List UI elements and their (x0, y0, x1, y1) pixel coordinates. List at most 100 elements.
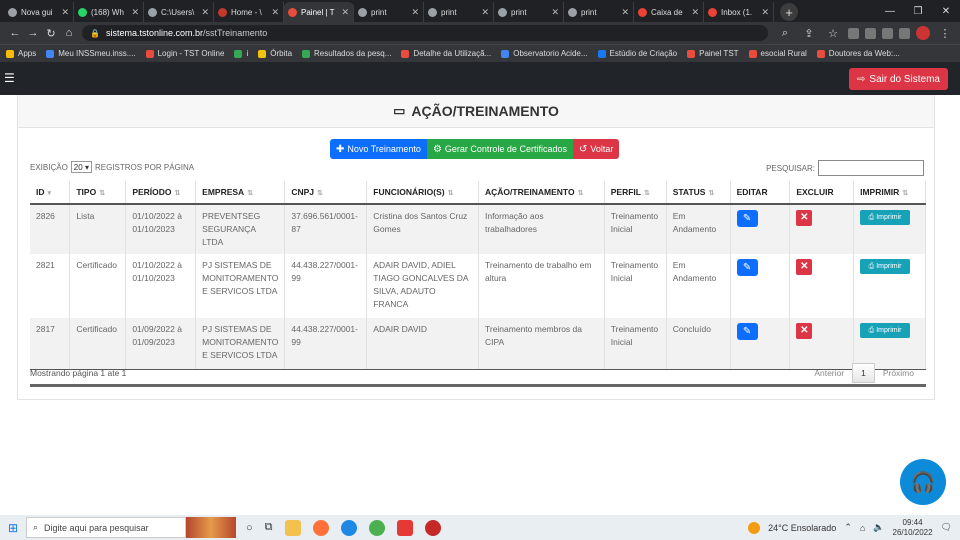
browser-tab[interactable]: Caixa de ✕ (634, 2, 704, 22)
generate-certificates-button[interactable]: ⚙ Gerar Controle de Certificados (426, 139, 573, 159)
bookmark-item[interactable]: Órbita (258, 49, 292, 58)
bookmark-item[interactable]: Doutores da Web:... (816, 49, 900, 58)
tab-close-icon[interactable]: ✕ (551, 7, 559, 18)
url-field[interactable]: 🔒 sistema.tstonline.com.br/sstTreinament… (82, 25, 768, 41)
column-header[interactable]: AÇÃO/TREINAMENTO ⇅ (478, 181, 605, 205)
browser-tab[interactable]: print ✕ (354, 2, 424, 22)
column-header[interactable]: IMPRIMIR ⇅ (853, 181, 926, 205)
hamburger-menu-icon[interactable]: ☰ (4, 71, 15, 85)
print-button[interactable]: ⎙ Imprimir (860, 210, 911, 225)
back-button[interactable]: ↺ Voltar (572, 139, 620, 159)
file-explorer-icon[interactable] (284, 519, 301, 536)
cortana-icon[interactable]: ○ (246, 522, 253, 534)
browser-tab[interactable]: Home - \ ✕ (214, 2, 284, 22)
tab-close-icon[interactable]: ✕ (341, 7, 349, 18)
extension-icon[interactable] (848, 27, 859, 39)
taskbar-clock[interactable]: 09:44 26/10/2022 (893, 518, 933, 538)
windows-start-icon[interactable]: ⊞ (0, 521, 26, 535)
tab-close-icon[interactable]: ✕ (411, 7, 419, 18)
column-header[interactable]: EDITAR (730, 181, 791, 205)
browser-tab[interactable]: Inbox (1. ✕ (704, 2, 774, 22)
bookmark-item[interactable]: Apps (6, 49, 36, 58)
share-icon[interactable]: ⇪ (800, 27, 818, 40)
new-tab-button[interactable]: + (780, 3, 798, 21)
edit-icon[interactable]: ✎ (736, 323, 758, 340)
browser-tab[interactable]: print ✕ (424, 2, 494, 22)
tab-close-icon[interactable]: ✕ (131, 7, 139, 18)
close-window-icon[interactable]: ✕ (932, 6, 960, 17)
bookmark-item[interactable]: esocial Rural (748, 49, 807, 58)
browser-tab[interactable]: print ✕ (494, 2, 564, 22)
weather-text[interactable]: 24°C Ensolarado (768, 523, 836, 533)
chrome-icon[interactable] (368, 519, 385, 536)
volume-icon[interactable]: 🔈 (873, 522, 884, 533)
home-icon[interactable]: ⌂ (60, 27, 78, 39)
column-header[interactable]: PERÍODO ⇅ (125, 181, 197, 205)
network-icon[interactable]: ⌂ (860, 523, 865, 533)
column-header[interactable]: STATUS ⇅ (666, 181, 731, 205)
browser-tab[interactable]: Nova gui ✕ (4, 2, 74, 22)
search-highlight-image[interactable] (186, 517, 236, 538)
forward-icon[interactable]: → (24, 27, 42, 39)
maximize-icon[interactable]: ❐ (904, 6, 932, 17)
tab-close-icon[interactable]: ✕ (61, 7, 69, 18)
notifications-icon[interactable]: 🗨 (941, 522, 952, 533)
extension-puzzle-icon[interactable] (882, 27, 893, 39)
profile-avatar[interactable] (916, 26, 930, 40)
browser-tab[interactable]: print ✕ (564, 2, 634, 22)
tray-chevron-up-icon[interactable]: ⌃ (844, 522, 852, 533)
app-icon[interactable] (340, 519, 357, 536)
extension-icon[interactable] (899, 27, 910, 39)
column-header[interactable]: ID ▾ (30, 181, 71, 205)
pagination-next[interactable]: Próximo (875, 363, 922, 383)
column-header[interactable]: TIPO ⇅ (69, 181, 127, 205)
browser-tab[interactable]: C:\Users\ ✕ (144, 2, 214, 22)
edit-icon[interactable]: ✎ (736, 259, 758, 276)
column-header[interactable]: CNPJ ⇅ (284, 181, 368, 205)
reload-icon[interactable]: ↻ (42, 27, 60, 40)
page-length-select[interactable]: 20 ▾ (70, 161, 92, 173)
acrobat-icon[interactable] (396, 519, 413, 536)
column-header[interactable]: EXCLUIR (789, 181, 855, 205)
logout-button[interactable]: ⇨ Sair do Sistema (849, 68, 948, 90)
tab-close-icon[interactable]: ✕ (481, 7, 489, 18)
browser-tab[interactable]: (168) Wh ✕ (74, 2, 144, 22)
tab-close-icon[interactable]: ✕ (691, 7, 699, 18)
column-header[interactable]: FUNCIONÁRIO(S) ⇅ (366, 181, 479, 205)
app-icon[interactable] (424, 519, 441, 536)
taskbar-search[interactable]: ⌕ Digite aqui para pesquisar (26, 517, 186, 538)
support-chat-button[interactable]: 🎧 (900, 459, 946, 505)
pagination-current-page[interactable]: 1 (852, 363, 875, 383)
tab-close-icon[interactable]: ✕ (271, 7, 279, 18)
bookmark-star-icon[interactable]: ☆ (824, 27, 842, 40)
bookmark-item[interactable]: i (234, 49, 248, 58)
search-input[interactable] (818, 160, 924, 176)
browser-tab[interactable]: Painel | T ✕ (284, 2, 354, 22)
print-button[interactable]: ⎙ Imprimir (860, 323, 911, 338)
firefox-icon[interactable] (312, 519, 329, 536)
tab-close-icon[interactable]: ✕ (201, 7, 209, 18)
edit-icon[interactable]: ✎ (736, 210, 758, 227)
column-header[interactable]: PERFIL ⇅ (604, 181, 667, 205)
bookmark-item[interactable]: Detalhe da Utilizaçã... (401, 49, 491, 58)
task-view-icon[interactable]: ⧉ (265, 521, 273, 534)
bookmark-item[interactable]: Observatorio Acide... (501, 49, 588, 58)
extension-icon[interactable] (865, 27, 876, 39)
new-training-button[interactable]: ✚ Novo Treinamento (330, 139, 427, 159)
bookmark-item[interactable]: Estúdio de Criação (597, 49, 677, 58)
bookmark-item[interactable]: Resultados da pesq... (302, 49, 391, 58)
bookmark-item[interactable]: Painel TST (687, 49, 739, 58)
back-icon[interactable]: ← (6, 27, 24, 39)
delete-icon[interactable]: ✕ (796, 259, 813, 275)
tab-close-icon[interactable]: ✕ (761, 7, 769, 18)
delete-icon[interactable]: ✕ (796, 323, 813, 339)
delete-icon[interactable]: ✕ (796, 210, 813, 226)
menu-kebab-icon[interactable]: ⋮ (936, 27, 954, 40)
tab-close-icon[interactable]: ✕ (621, 7, 629, 18)
column-header[interactable]: EMPRESA ⇅ (195, 181, 286, 205)
print-button[interactable]: ⎙ Imprimir (860, 259, 911, 274)
bookmark-item[interactable]: Meu INSSmeu.inss.... (46, 49, 136, 58)
pagination-previous[interactable]: Anterior (806, 363, 852, 383)
bookmark-item[interactable]: Login - TST Online (145, 49, 224, 58)
zoom-icon[interactable]: ⌕ (776, 27, 794, 40)
